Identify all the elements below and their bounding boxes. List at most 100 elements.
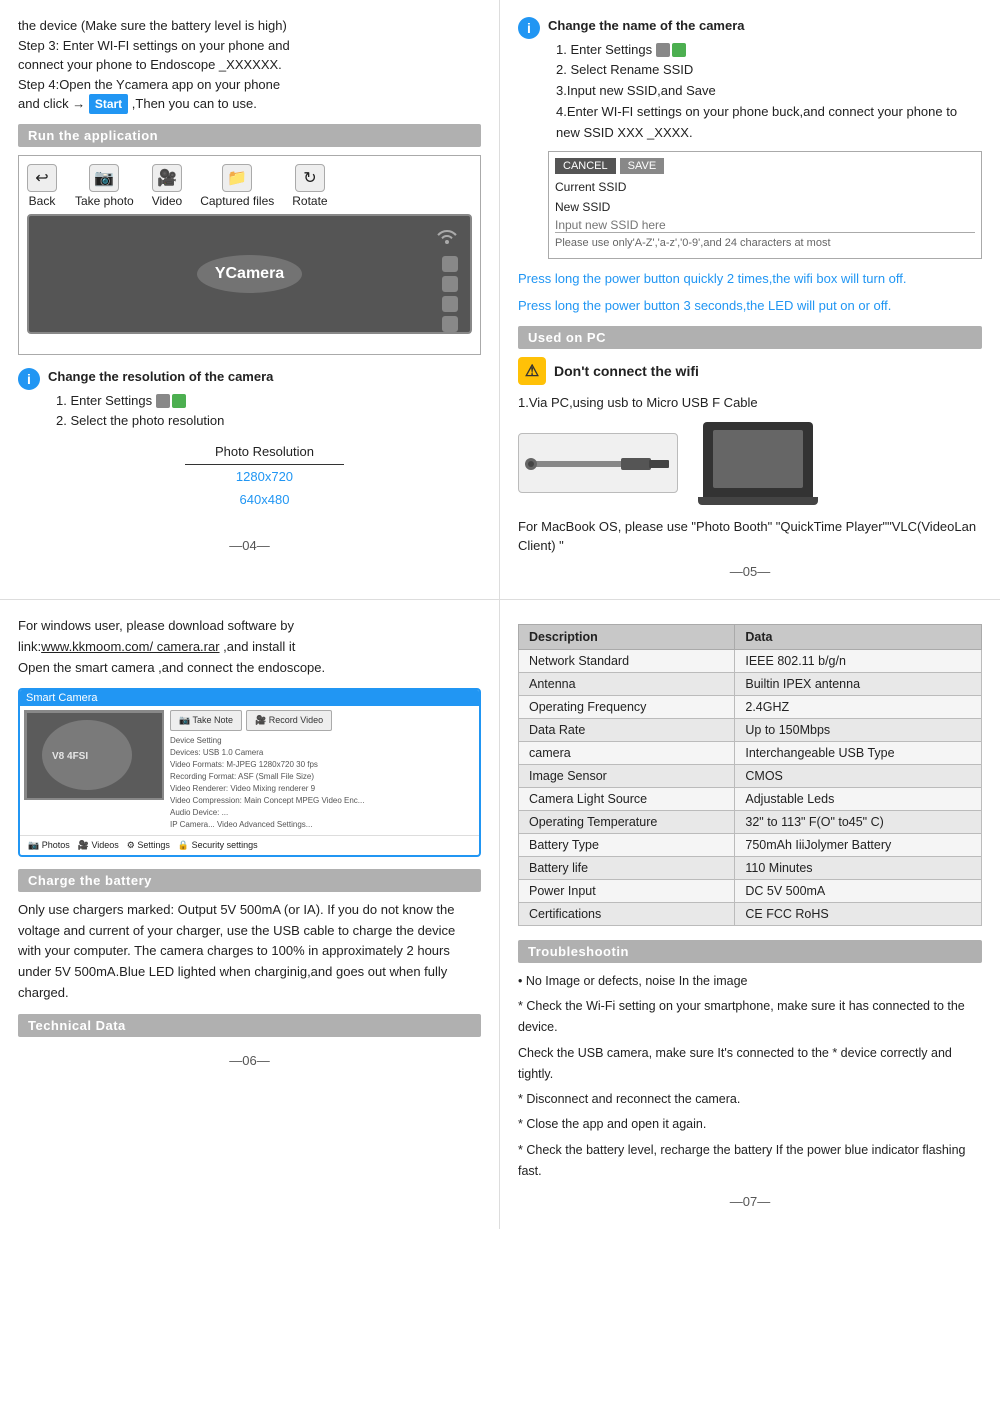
table-cell-description: Power Input (519, 879, 735, 902)
download-link[interactable]: www.kkmoom.com/ camera.rar (41, 639, 219, 654)
table-cell-data: IEEE 802.11 b/g/n (735, 649, 982, 672)
sc-settings-text: Device Setting Devices: USB 1.0 Camera V… (170, 735, 475, 831)
settings-sq-gray (156, 394, 170, 408)
toolbar-take-photo[interactable]: 📷 Take photo (75, 164, 134, 208)
toolbar-video[interactable]: 🎥 Video (152, 164, 182, 208)
table-cell-data: 110 Minutes (735, 856, 982, 879)
intro-line3: connect your phone to Endoscope _XXXXXX. (18, 57, 282, 72)
table-cell-description: Data Rate (519, 718, 735, 741)
table-cell-description: Image Sensor (519, 764, 735, 787)
sc-tab-settings[interactable]: ⚙ Settings (127, 840, 170, 851)
resolution-1280: 1280x720 (185, 464, 344, 488)
page-05: i Change the name of the camera 1. Enter… (500, 0, 1000, 599)
ssid-hint: Please use only'A-Z','a-z','0-9',and 24 … (555, 235, 975, 252)
take-note-btn[interactable]: 📷 Take Note (170, 710, 242, 730)
bottom-row: For windows user, please download softwa… (0, 599, 1000, 1229)
back-label: Back (29, 194, 56, 208)
new-ssid-input[interactable] (555, 218, 975, 233)
troubleshoot-item: * Close the app and open it again. (518, 1114, 982, 1135)
record-video-btn[interactable]: 🎥 Record Video (246, 710, 332, 730)
table-cell-data: 750mAh IiiJolymer Battery (735, 833, 982, 856)
press-note-2: Press long the power button 3 seconds,th… (518, 296, 982, 316)
windows-text: For windows user, please download softwa… (18, 616, 481, 678)
new-ssid-row: New SSID (555, 198, 975, 216)
change-name-block: i Change the name of the camera 1. Enter… (518, 16, 982, 259)
table-cell-data: Adjustable Leds (735, 787, 982, 810)
settings-icon-2 (656, 43, 686, 57)
table-cell-data: DC 5V 500mA (735, 879, 982, 902)
table-row: cameraInterchangeable USB Type (519, 741, 982, 764)
ssid-form: CANCEL SAVE Current SSID New SSID Please (548, 151, 982, 259)
intro-line6: ,Then you can to use. (132, 96, 257, 111)
sc-body: V8 4FSI 📷 Take Note 🎥 Record Video Devic… (20, 706, 479, 834)
table-cell-data: 32" to 113" F(O" to45" C) (735, 810, 982, 833)
info-icon-name: i (518, 17, 540, 39)
toolbar-captured-files[interactable]: 📁 Captured files (200, 164, 274, 208)
table-header-description: Description (519, 624, 735, 649)
control-btn-4[interactable] (442, 316, 458, 332)
table-row: AntennaBuiltin IPEX antenna (519, 672, 982, 695)
control-btn-1[interactable] (442, 256, 458, 272)
table-cell-description: Network Standard (519, 649, 735, 672)
control-btn-3[interactable] (442, 296, 458, 312)
page-04: the device (Make sure the battery level … (0, 0, 500, 599)
settings-sq-gray2 (656, 43, 670, 57)
warning-block: ⚠ Don't connect the wifi (518, 357, 982, 385)
cancel-button[interactable]: CANCEL (555, 158, 616, 174)
toolbar-back[interactable]: ↩ Back (27, 164, 57, 208)
name-step1: 1. Enter Settings (556, 40, 982, 61)
page-num-07: —07— (518, 1186, 982, 1213)
troubleshoot-header: Troubleshootin (518, 940, 982, 963)
table-cell-description: Antenna (519, 672, 735, 695)
page-num-05: —05— (518, 556, 982, 583)
take-photo-label: Take photo (75, 194, 134, 208)
rotate-label: Rotate (292, 194, 327, 208)
laptop-image (698, 422, 818, 505)
sc-preview: V8 4FSI (24, 710, 164, 800)
camera-icon: 📷 (89, 164, 119, 192)
intro-text: the device (Make sure the battery level … (18, 16, 481, 114)
table-cell-description: Battery Type (519, 833, 735, 856)
page-07: Description Data Network StandardIEEE 80… (500, 600, 1000, 1229)
table-cell-description: Operating Temperature (519, 810, 735, 833)
toolbar-rotate[interactable]: ↻ Rotate (292, 164, 327, 208)
run-app-header: Run the application (18, 124, 481, 147)
used-on-pc-header: Used on PC (518, 326, 982, 349)
intro-line1: the device (Make sure the battery level … (18, 18, 287, 33)
info-icon-resolution: i (18, 368, 40, 390)
warning-triangle-icon: ⚠ (518, 357, 546, 385)
windows-line2: link:www.kkmoom.com/ camera.rar ,and ins… (18, 639, 295, 654)
new-ssid-label: New SSID (555, 198, 645, 216)
resolution-content: Change the resolution of the camera 1. E… (48, 367, 481, 520)
video-icon: 🎥 (152, 164, 182, 192)
table-row: Network StandardIEEE 802.11 b/g/n (519, 649, 982, 672)
ssid-buttons: CANCEL SAVE (555, 158, 975, 174)
captured-files-label: Captured files (200, 194, 274, 208)
sc-bottom-tabs: 📷 Photos 🎥 Videos ⚙ Settings 🔒 Security … (20, 835, 479, 855)
table-row: Operating Frequency2.4GHZ (519, 695, 982, 718)
table-row: Battery life110 Minutes (519, 856, 982, 879)
table-cell-data: CMOS (735, 764, 982, 787)
folder-icon: 📁 (222, 164, 252, 192)
change-name-title: Change the name of the camera (548, 16, 982, 36)
app-toolbar: ↩ Back 📷 Take photo 🎥 Video 📁 Captured f… (27, 164, 472, 208)
name-content: Change the name of the camera 1. Enter S… (548, 16, 982, 259)
sc-tab-videos[interactable]: 🎥 Videos (78, 840, 119, 851)
wifi-signal-icon (436, 226, 458, 249)
technical-data-header: Technical Data (18, 1014, 481, 1037)
page-num-06: —06— (18, 1045, 481, 1072)
resolution-title: Change the resolution of the camera (48, 367, 481, 387)
settings-sq-green2 (672, 43, 686, 57)
control-btn-2[interactable] (442, 276, 458, 292)
sc-tab-security[interactable]: 🔒 Security settings (178, 840, 258, 851)
sc-tab-photos[interactable]: 📷 Photos (28, 840, 70, 851)
save-button[interactable]: SAVE (620, 158, 665, 174)
resolution-step2: 2. Select the photo resolution (56, 411, 481, 432)
video-label: Video (152, 194, 182, 208)
troubleshoot-item: • No Image or defects, noise In the imag… (518, 971, 982, 992)
page: the device (Make sure the battery level … (0, 0, 1000, 1229)
start-button[interactable]: Start (89, 94, 128, 114)
change-resolution-block: i Change the resolution of the camera 1.… (18, 367, 481, 520)
current-ssid-label: Current SSID (555, 178, 645, 196)
table-row: Power InputDC 5V 500mA (519, 879, 982, 902)
